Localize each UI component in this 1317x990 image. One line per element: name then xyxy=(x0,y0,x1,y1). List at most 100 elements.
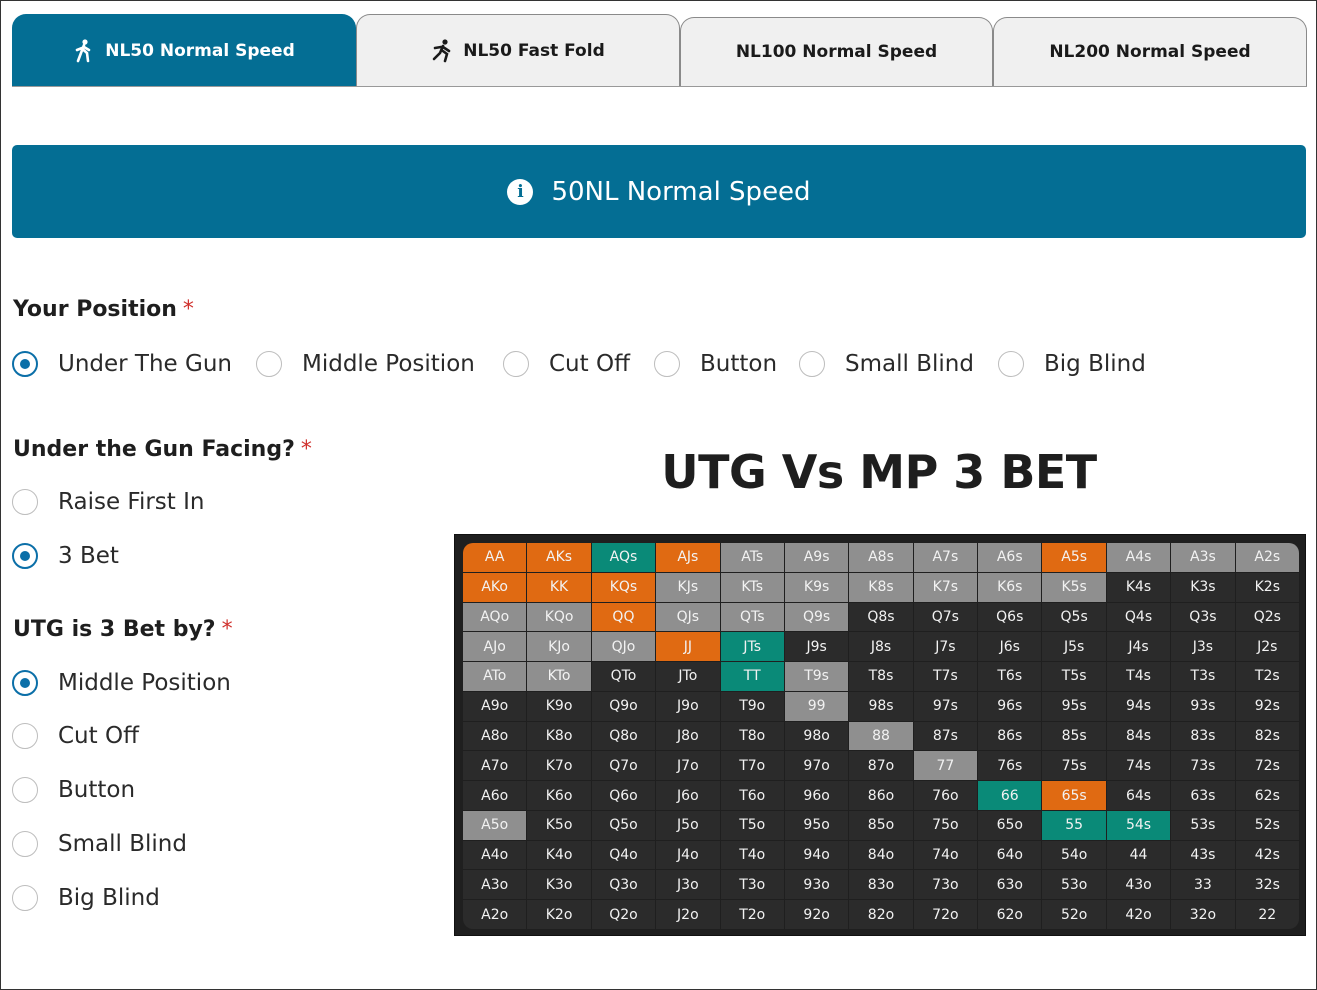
hand-label: 92o xyxy=(803,906,830,923)
hand-label: 98s xyxy=(868,698,894,715)
position-radio-co[interactable]: Cut Off xyxy=(503,351,630,377)
hand-label: 76s xyxy=(997,757,1023,774)
position-radio-bb[interactable]: Big Blind xyxy=(998,351,1146,377)
hand-cell: A4s xyxy=(1106,543,1171,572)
radio-circle[interactable] xyxy=(998,351,1024,377)
threebet-radio-mp[interactable]: Middle Position xyxy=(12,670,231,696)
radio-circle[interactable] xyxy=(12,543,38,569)
position-radio-sb[interactable]: Small Blind xyxy=(799,351,974,377)
hand-label: 55 xyxy=(1065,817,1084,834)
hand-label: JTo xyxy=(678,668,698,685)
hand-cell: J2o xyxy=(656,900,720,929)
hand-label: T8s xyxy=(868,668,894,685)
radio-circle[interactable] xyxy=(256,351,282,377)
hand-cell: T2o xyxy=(720,900,784,929)
hand-cell: K5o xyxy=(527,810,591,840)
hand-cell: Q7s xyxy=(913,602,978,632)
hand-label: J6s xyxy=(999,638,1020,655)
radio-circle[interactable] xyxy=(799,351,825,377)
radio-circle[interactable] xyxy=(12,489,38,515)
hand-label: 63s xyxy=(1190,787,1216,804)
hand-label: A3s xyxy=(1190,549,1216,566)
hand-cell: Q4o xyxy=(591,840,656,870)
facing-radio-rfi[interactable]: Raise First In xyxy=(12,489,204,515)
hand-label: T3s xyxy=(1190,668,1216,685)
radio-circle[interactable] xyxy=(12,723,38,749)
radio-circle[interactable] xyxy=(12,351,38,377)
hand-label: Q3o xyxy=(609,876,638,893)
hand-cell: ATo xyxy=(463,662,527,691)
hand-cell: 99 xyxy=(784,691,849,721)
position-radio-mp[interactable]: Middle Position xyxy=(256,351,475,377)
hand-label: 43s xyxy=(1190,847,1216,864)
threebet-radio-co[interactable]: Cut Off xyxy=(12,723,139,749)
hand-cell: 94s xyxy=(1106,691,1171,721)
radio-circle[interactable] xyxy=(12,885,38,911)
hand-cell: KTo xyxy=(527,662,591,691)
hand-label: A6o xyxy=(481,787,509,804)
hand-cell: T3s xyxy=(1171,662,1235,691)
hand-label: K6o xyxy=(545,787,573,804)
hand-label: 65o xyxy=(996,817,1023,834)
hand-label: T2s xyxy=(1254,668,1280,685)
tab-nl200-normal-speed[interactable]: NL200 Normal Speed xyxy=(993,17,1307,86)
radio-circle[interactable] xyxy=(12,831,38,857)
hand-cell: 62s xyxy=(1235,781,1299,810)
position-radio-btn[interactable]: Button xyxy=(654,351,777,377)
hand-label: T9s xyxy=(804,668,829,685)
hand-cell: Q7o xyxy=(591,751,656,781)
position-radio-utg[interactable]: Under The Gun xyxy=(12,351,232,377)
hand-cell: 64s xyxy=(1106,781,1171,810)
hand-cell: 66 xyxy=(978,781,1042,810)
hand-label: JTs xyxy=(743,638,762,655)
hand-cell: Q9o xyxy=(591,691,656,721)
hand-label: Q2s xyxy=(1253,608,1281,625)
hand-cell: T9o xyxy=(720,691,784,721)
hand-cell: T2s xyxy=(1235,662,1299,691)
hand-label: 94o xyxy=(803,847,830,864)
hand-cell: J7s xyxy=(913,632,978,662)
hand-label: J7o xyxy=(677,757,699,774)
hand-cell: K3s xyxy=(1171,572,1235,602)
radio-circle[interactable] xyxy=(12,777,38,803)
hand-label: 97s xyxy=(932,698,958,715)
hand-label: A4o xyxy=(481,847,509,864)
tab-nl50-normal-speed[interactable]: NL50 Normal Speed xyxy=(12,14,356,86)
threebet-radio-btn[interactable]: Button xyxy=(12,777,135,803)
hand-cell: Q6s xyxy=(978,602,1042,632)
radio-circle[interactable] xyxy=(503,351,529,377)
hand-cell: JTs xyxy=(720,632,784,662)
hand-label: QJo xyxy=(611,638,636,655)
hand-cell: 96s xyxy=(978,691,1042,721)
hand-cell: TT xyxy=(720,662,784,691)
tab-nl50-fast-fold[interactable]: NL50 Fast Fold xyxy=(356,14,680,86)
hand-label: 85o xyxy=(867,817,895,834)
hand-cell: 97s xyxy=(913,691,978,721)
tab-nl100-normal-speed[interactable]: NL100 Normal Speed xyxy=(680,17,993,86)
hand-cell: A6s xyxy=(978,543,1042,572)
hand-label: 99 xyxy=(807,698,826,715)
radio-circle[interactable] xyxy=(12,670,38,696)
hand-label: Q8o xyxy=(609,727,638,744)
hand-label: K7o xyxy=(545,757,573,774)
threebet-radio-sb[interactable]: Small Blind xyxy=(12,831,187,857)
facing-radio-3bet[interactable]: 3 Bet xyxy=(12,543,119,569)
hand-cell: 93o xyxy=(784,870,849,900)
hand-cell: 87s xyxy=(913,721,978,751)
hand-label: A4s xyxy=(1125,549,1152,566)
hand-cell: K2s xyxy=(1235,572,1299,602)
hand-cell: 22 xyxy=(1235,900,1299,929)
hand-cell: 83o xyxy=(849,870,913,900)
threebet-radio-bb[interactable]: Big Blind xyxy=(12,885,160,911)
hand-label: T7o xyxy=(739,757,766,774)
hand-label: 73s xyxy=(1190,757,1216,774)
hand-label: T4o xyxy=(739,847,766,864)
hand-cell: QJo xyxy=(591,632,656,662)
hand-cell: 43s xyxy=(1171,840,1235,870)
hand-label: 74s xyxy=(1125,757,1152,774)
hand-cell: 72s xyxy=(1235,751,1299,781)
hand-label: AKs xyxy=(546,549,573,566)
running-person-icon xyxy=(431,38,453,63)
hand-label: A9o xyxy=(481,698,509,715)
radio-circle[interactable] xyxy=(654,351,680,377)
